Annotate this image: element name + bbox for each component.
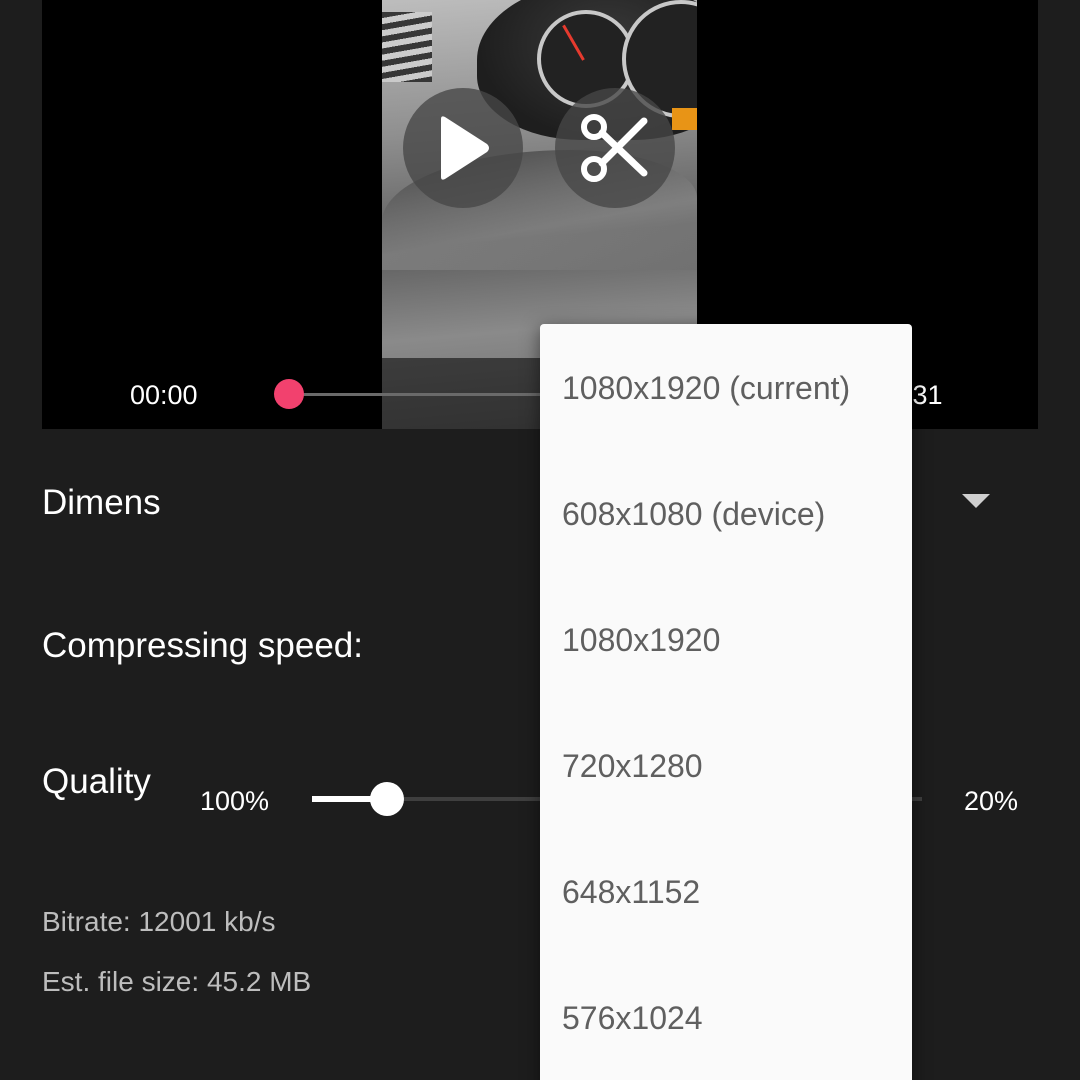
compressing-speed-label: Compressing speed: bbox=[42, 626, 363, 665]
dimension-option[interactable]: 608x1080 (device) bbox=[562, 496, 825, 533]
trim-button[interactable] bbox=[555, 88, 675, 208]
file-size-text: Est. file size: 45.2 MB bbox=[42, 966, 312, 997]
current-time: 00:00 bbox=[130, 380, 198, 410]
dimension-option[interactable]: 720x1280 bbox=[562, 748, 703, 785]
quality-label: Quality bbox=[42, 762, 151, 801]
bitrate-text: Bitrate: 12001 kb/s bbox=[42, 906, 276, 937]
dimension-option[interactable]: 648x1152 bbox=[562, 874, 700, 911]
dimension-option[interactable]: 576x1024 bbox=[562, 1000, 703, 1037]
scissors-icon bbox=[581, 114, 648, 182]
quality-min-label: 100% bbox=[200, 786, 270, 816]
play-button[interactable] bbox=[403, 88, 523, 208]
dimensions-dropdown: 1080x1920 (current) 608x1080 (device) 10… bbox=[540, 324, 912, 1080]
quality-max-label: 20% bbox=[964, 786, 1019, 816]
app-screen: 00:00 :31 Dimens Compressing speed: Qual… bbox=[0, 0, 1080, 1080]
dimension-option[interactable]: 1080x1920 (current) bbox=[562, 370, 850, 407]
seek-thumb[interactable] bbox=[274, 379, 304, 409]
dimension-option[interactable]: 1080x1920 bbox=[562, 622, 720, 659]
dropdown-arrow-icon[interactable] bbox=[962, 494, 990, 508]
quality-slider-thumb[interactable] bbox=[370, 782, 404, 816]
play-icon bbox=[441, 116, 489, 180]
dimensions-label: Dimens bbox=[42, 483, 161, 522]
